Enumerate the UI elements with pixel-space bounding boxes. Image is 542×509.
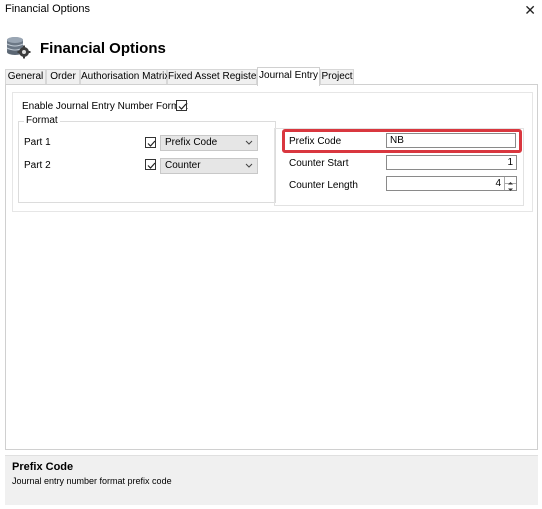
tab-general[interactable]: General — [5, 69, 46, 84]
help-panel: Prefix Code Journal entry number format … — [5, 455, 538, 505]
format-group: Format Part 1 Prefix Code Part 2 Counter — [18, 115, 276, 203]
prefix-code-input[interactable]: NB — [386, 133, 516, 148]
part2-select[interactable]: Counter — [160, 158, 258, 174]
enable-format-label: Enable Journal Entry Number Format — [22, 101, 188, 112]
prefix-code-label: Prefix Code — [289, 136, 342, 147]
part2-selected-value: Counter — [165, 160, 201, 171]
part1-select[interactable]: Prefix Code — [160, 135, 258, 151]
close-button[interactable]: ✕ — [524, 1, 536, 19]
journal-entry-panel: Enable Journal Entry Number Format Forma… — [5, 84, 538, 450]
spin-up-button[interactable] — [505, 177, 516, 185]
spin-down-button[interactable] — [505, 184, 516, 191]
enable-format-checkbox[interactable] — [176, 100, 187, 111]
help-description: Journal entry number format prefix code — [12, 476, 172, 486]
counter-length-value: 4 — [495, 178, 501, 189]
tab-journal-entry[interactable]: Journal Entry — [257, 67, 320, 86]
window-titlebar: Financial Options ✕ — [0, 0, 542, 22]
chevron-down-icon — [245, 163, 253, 168]
prefix-code-value: NB — [390, 135, 404, 146]
tab-order[interactable]: Order — [46, 69, 80, 84]
counter-start-value: 1 — [507, 157, 513, 168]
counter-length-stepper[interactable]: 4 — [386, 176, 517, 191]
journal-entry-settings: Enable Journal Entry Number Format Forma… — [12, 92, 533, 212]
tab-fixed-asset-register[interactable]: Fixed Asset Register — [167, 69, 260, 84]
part2-checkbox[interactable] — [145, 159, 156, 170]
counter-length-label: Counter Length — [289, 180, 358, 191]
part1-selected-value: Prefix Code — [165, 137, 218, 148]
chevron-down-icon — [508, 188, 513, 191]
page-title: Financial Options — [40, 40, 166, 57]
counter-start-label: Counter Start — [289, 158, 349, 169]
part1-checkbox[interactable] — [145, 137, 156, 148]
counter-length-spinner — [504, 177, 516, 191]
help-title: Prefix Code — [12, 461, 74, 473]
part2-label: Part 2 — [24, 160, 51, 171]
tab-strip: General Order Authorisation Matrix Fixed… — [5, 67, 538, 86]
dialog-header: Financial Options — [0, 22, 542, 66]
format-group-label: Format — [24, 115, 60, 126]
chevron-down-icon — [245, 140, 253, 145]
counter-start-input[interactable]: 1 — [386, 155, 517, 170]
tab-authorisation-matrix[interactable]: Authorisation Matrix — [80, 69, 169, 84]
database-gear-icon — [5, 35, 31, 59]
window-title: Financial Options — [5, 3, 90, 15]
part1-label: Part 1 — [24, 137, 51, 148]
tab-project[interactable]: Project — [320, 69, 354, 84]
